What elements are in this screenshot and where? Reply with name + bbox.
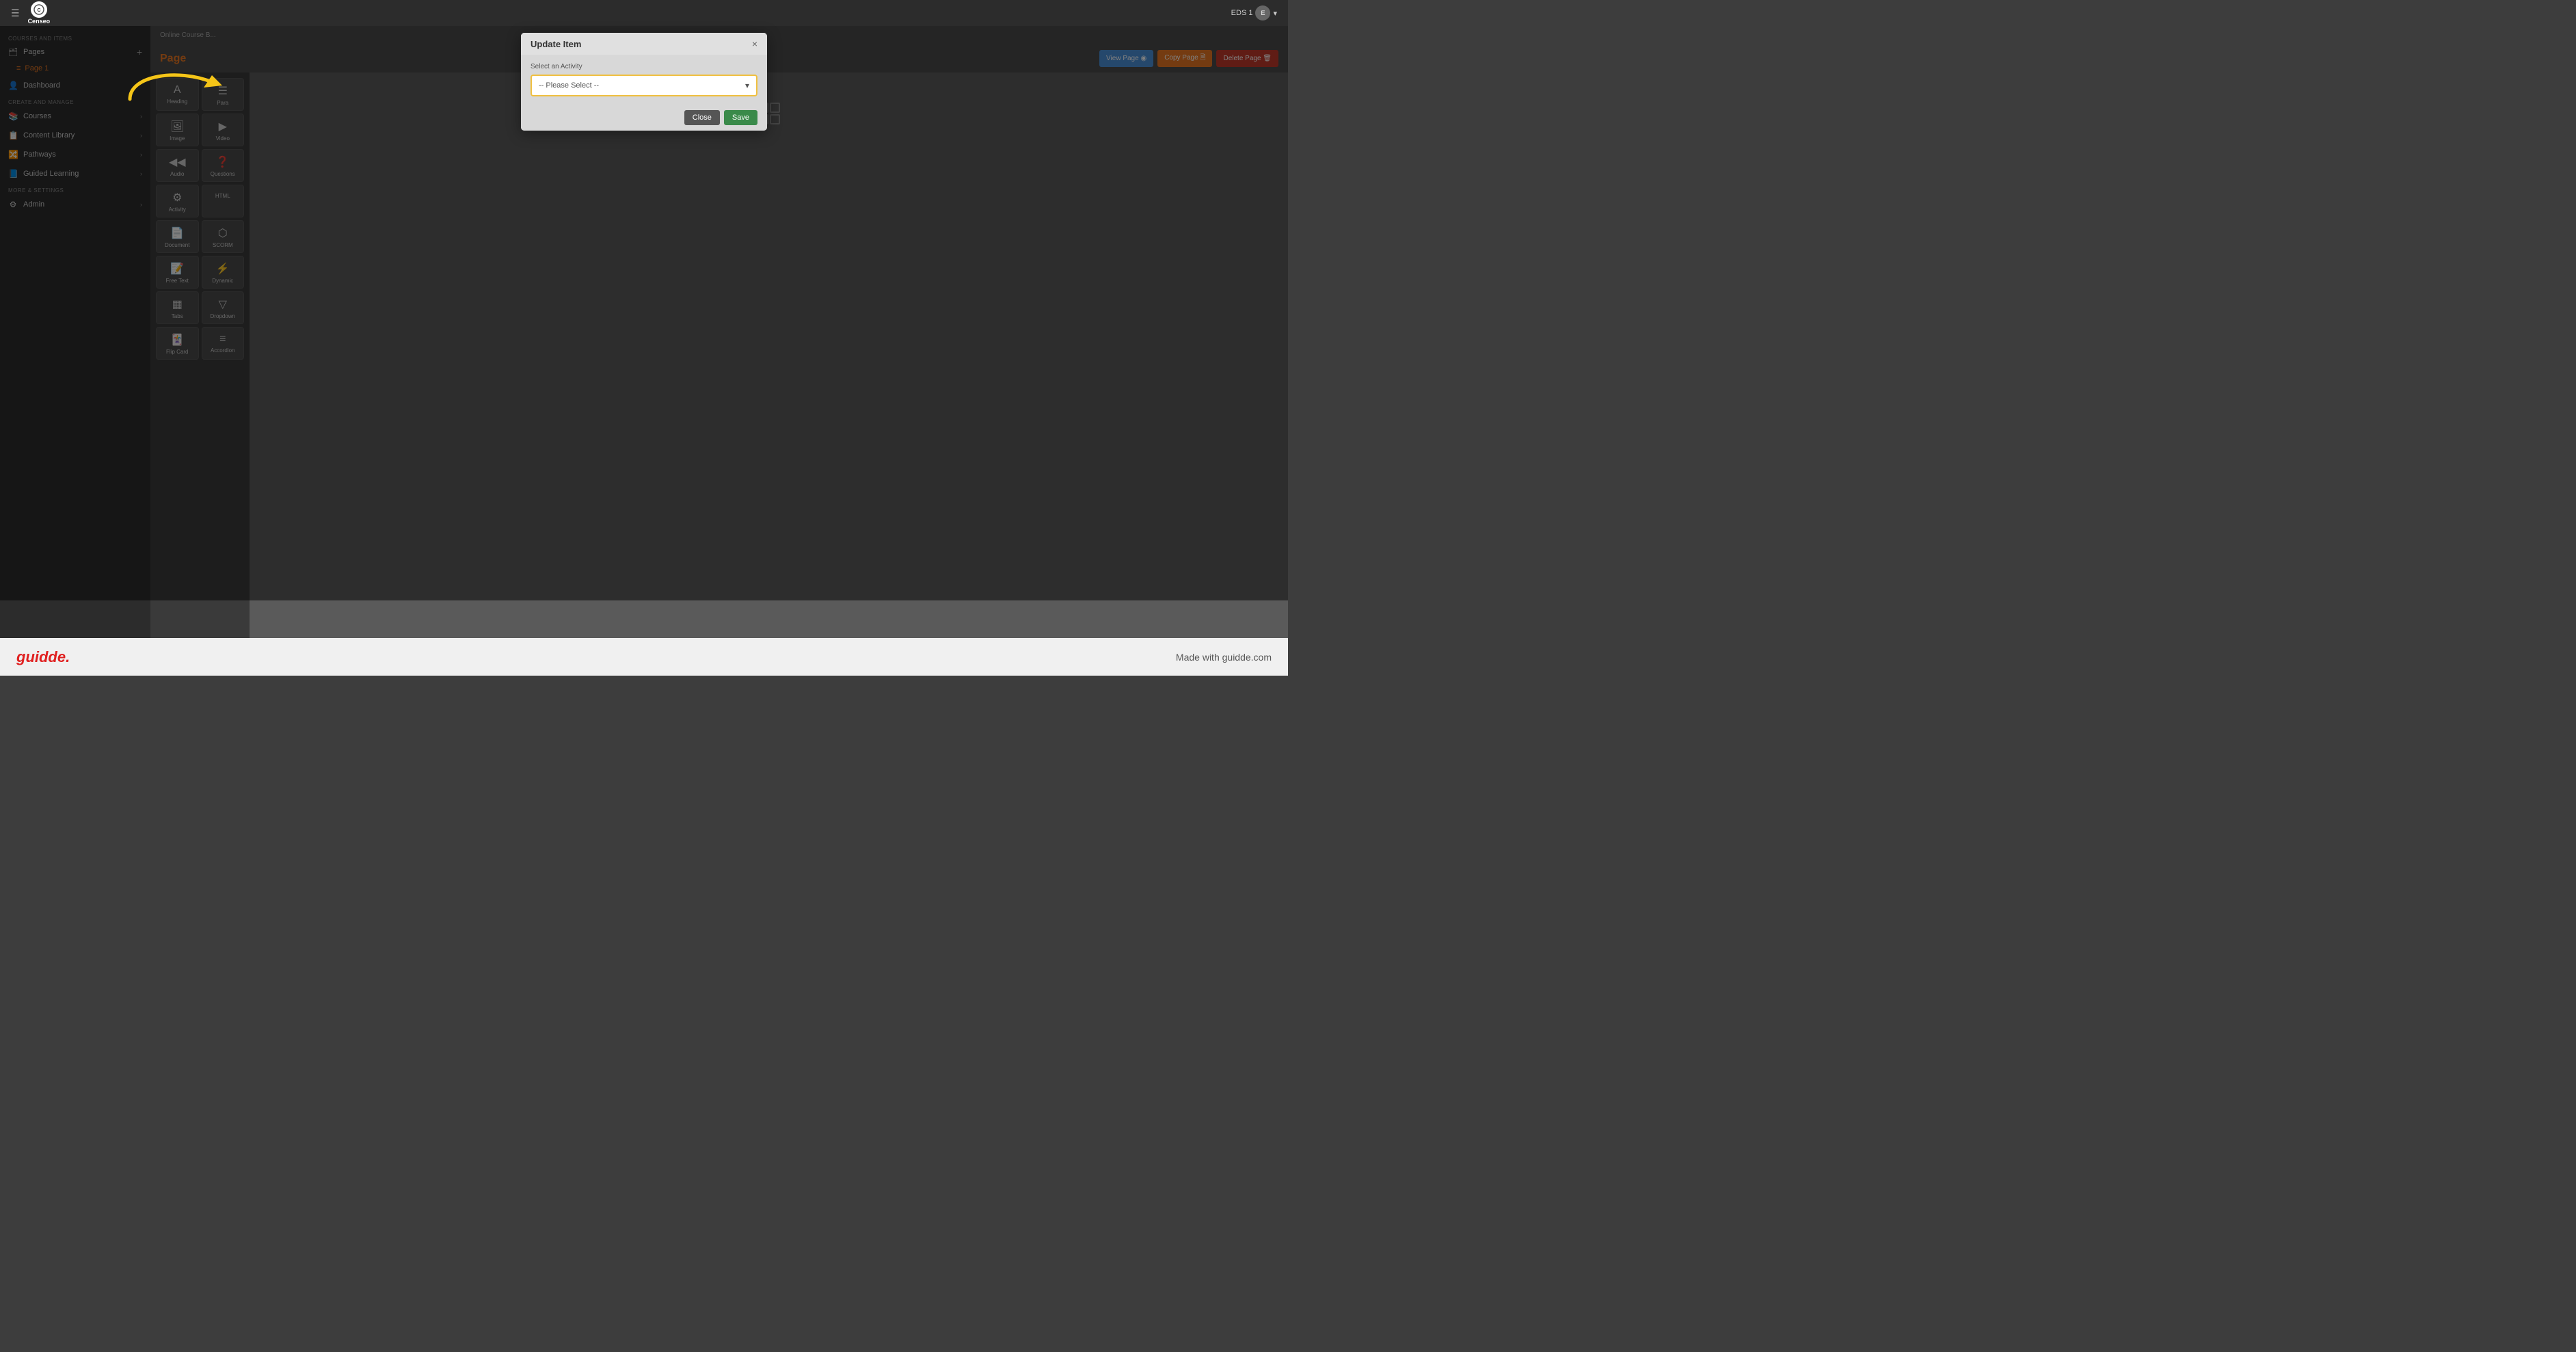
nav-right: EDS 1 E ▾ [1231, 5, 1277, 21]
user-name: EDS 1 [1231, 9, 1253, 17]
update-item-modal: Update Item × Select an Activity -- Plea… [521, 33, 767, 131]
logo-container: C Censeo [28, 1, 51, 25]
modal-overlay: Update Item × Select an Activity -- Plea… [0, 26, 1288, 600]
modal-header: Update Item × [521, 33, 767, 55]
modal-close-btn[interactable]: Close [684, 110, 720, 125]
svg-text:C: C [37, 8, 40, 13]
arrow-annotation [123, 55, 232, 113]
user-chevron[interactable]: ▾ [1273, 9, 1277, 18]
modal-close-button[interactable]: × [752, 38, 757, 49]
footer-text: Made with guidde.com [1176, 652, 1272, 663]
logo-text: Censeo [28, 18, 51, 25]
footer-logo: guidde. [16, 648, 70, 666]
nav-left: ☰ C Censeo [11, 1, 50, 25]
user-info: EDS 1 E ▾ [1231, 5, 1277, 21]
user-avatar[interactable]: E [1255, 5, 1270, 21]
top-navigation: ☰ C Censeo EDS 1 E ▾ [0, 0, 1288, 26]
modal-save-btn[interactable]: Save [724, 110, 757, 125]
modal-footer: Close Save [521, 105, 767, 131]
activity-select[interactable]: -- Please Select -- [532, 76, 756, 95]
modal-body: Select an Activity -- Please Select -- ▾ [521, 55, 767, 105]
hamburger-icon[interactable]: ☰ [11, 8, 20, 19]
select-activity-label: Select an Activity [531, 63, 757, 70]
modal-title: Update Item [531, 39, 581, 49]
footer: guidde. Made with guidde.com [0, 638, 1288, 676]
censeo-logo-icon: C [31, 1, 47, 18]
main-layout: COURSES AND ITEMS 🗂 Pages + ≡ Page 1 👤 D… [0, 26, 1288, 638]
select-wrapper: -- Please Select -- ▾ [531, 75, 757, 96]
